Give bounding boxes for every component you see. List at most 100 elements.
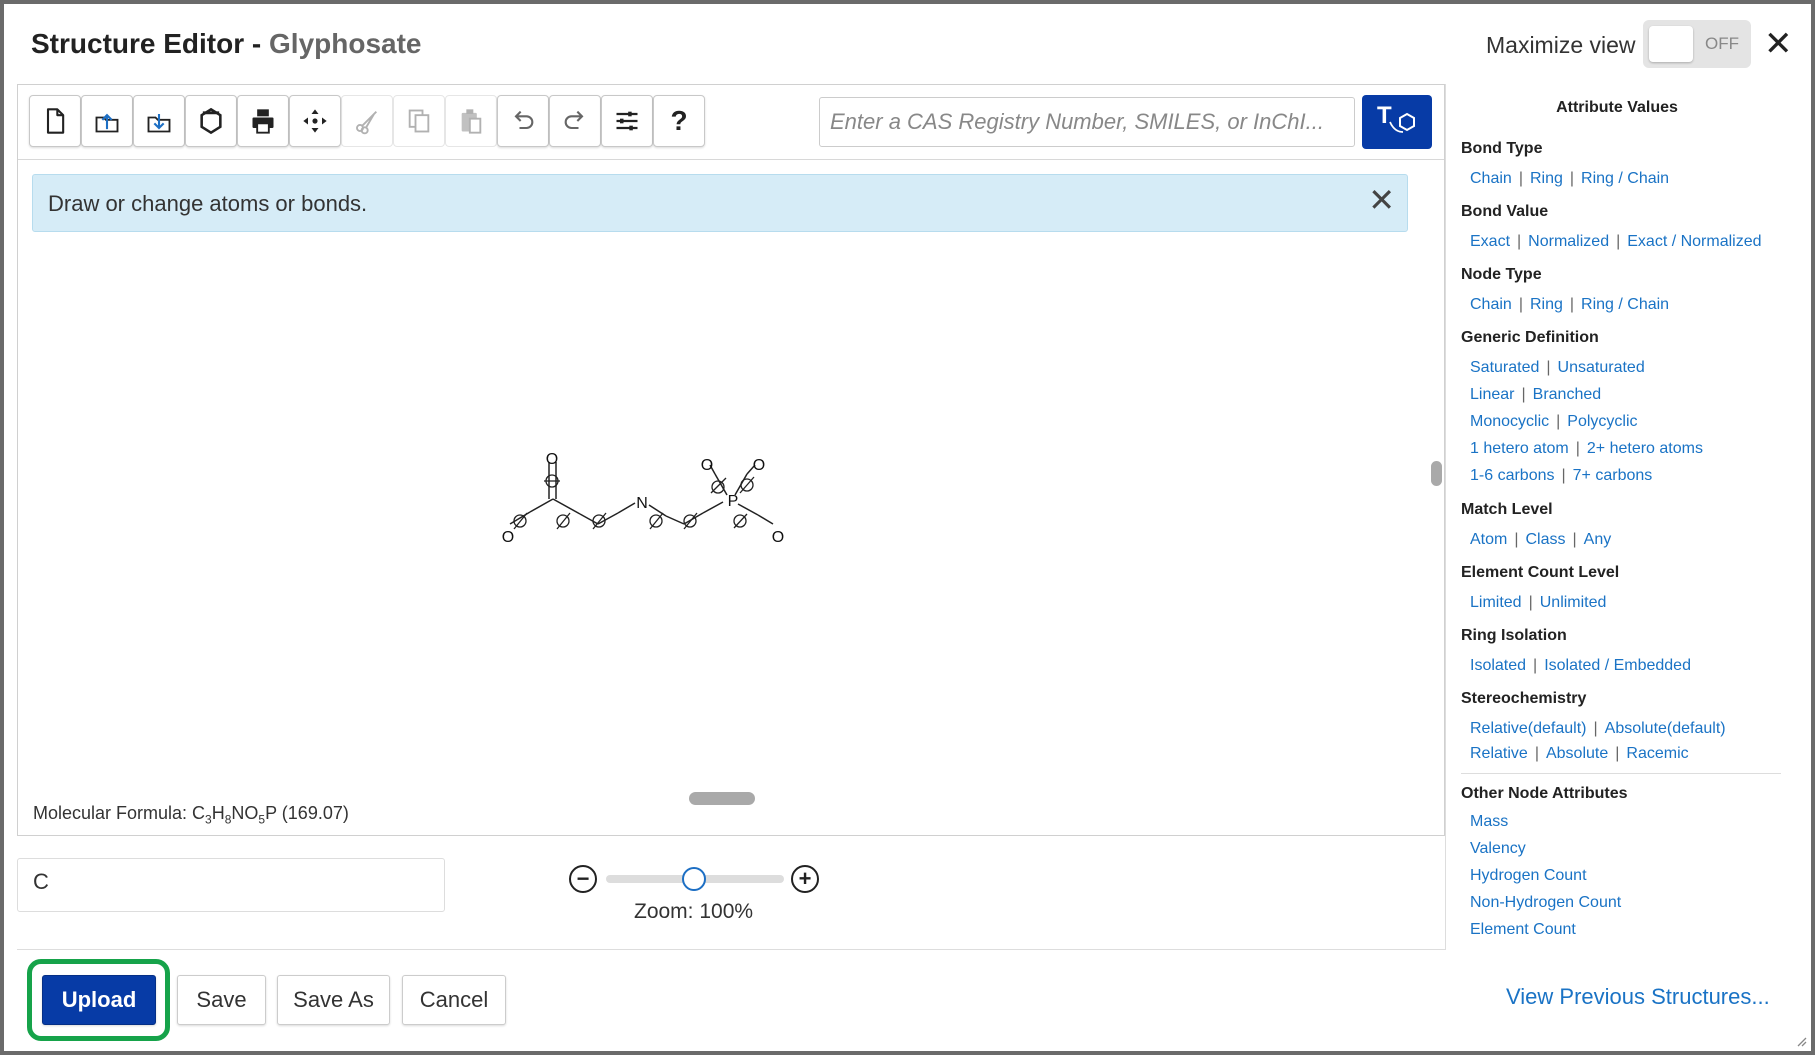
structure-search-input[interactable] bbox=[819, 97, 1355, 147]
undo-icon bbox=[514, 110, 534, 130]
node-type-ring-chain-link[interactable]: Ring / Chain bbox=[1581, 296, 1669, 313]
saturated-link[interactable]: Saturated bbox=[1470, 359, 1539, 376]
formula-mass: (169.07) bbox=[276, 803, 349, 823]
print-button[interactable] bbox=[237, 95, 289, 147]
isolated-link[interactable]: Isolated bbox=[1470, 657, 1526, 674]
toggle-state-label: OFF bbox=[1705, 34, 1739, 53]
bond-value-exact-link[interactable]: Exact bbox=[1470, 233, 1510, 250]
branched-link[interactable]: Branched bbox=[1533, 386, 1602, 403]
download-structure-button[interactable] bbox=[133, 95, 185, 147]
monocyclic-link[interactable]: Monocyclic bbox=[1470, 413, 1549, 430]
horizontal-scrollbar[interactable] bbox=[689, 792, 755, 805]
limited-link[interactable]: Limited bbox=[1470, 594, 1522, 611]
element-input[interactable]: C bbox=[17, 858, 445, 912]
bond-type-ring-chain-link[interactable]: Ring / Chain bbox=[1581, 170, 1669, 187]
stereochemistry-row: Relative | Absolute | Racemic bbox=[1470, 745, 1689, 762]
absolute-default-link[interactable]: Absolute(default) bbox=[1605, 720, 1726, 737]
atom-label-o[interactable]: O bbox=[502, 529, 514, 546]
atom-label-o[interactable]: O bbox=[701, 457, 713, 474]
footer-divider bbox=[17, 949, 1445, 950]
match-atom-link[interactable]: Atom bbox=[1470, 531, 1507, 548]
atom-label-o[interactable]: O bbox=[753, 457, 765, 474]
title-label: Structure Editor - bbox=[31, 28, 270, 59]
undo-button[interactable] bbox=[497, 95, 549, 147]
relative-default-link[interactable]: Relative(default) bbox=[1470, 720, 1587, 737]
linear-link[interactable]: Linear bbox=[1470, 386, 1514, 403]
match-class-link[interactable]: Class bbox=[1526, 531, 1566, 548]
vertical-scrollbar[interactable] bbox=[1431, 461, 1442, 486]
match-any-link[interactable]: Any bbox=[1584, 531, 1612, 548]
node-type-links: Chain | Ring | Ring / Chain bbox=[1470, 296, 1670, 313]
paste-button[interactable] bbox=[445, 95, 497, 147]
seven-plus-carbons-link[interactable]: 7+ carbons bbox=[1573, 467, 1653, 484]
maximize-view-toggle[interactable]: OFF bbox=[1643, 20, 1751, 68]
other-node-attributes-heading: Other Node Attributes bbox=[1461, 785, 1628, 802]
bond-value-exact-normalized-link[interactable]: Exact / Normalized bbox=[1627, 233, 1761, 250]
redo-button[interactable] bbox=[549, 95, 601, 147]
isolated-embedded-link[interactable]: Isolated / Embedded bbox=[1544, 657, 1691, 674]
bond-type-ring-link[interactable]: Ring bbox=[1530, 170, 1563, 187]
atom-label-n[interactable]: N bbox=[636, 495, 648, 512]
two-plus-hetero-atoms-link[interactable]: 2+ hetero atoms bbox=[1587, 440, 1703, 457]
relative-link[interactable]: Relative bbox=[1470, 745, 1528, 762]
hydrogen-count-link[interactable]: Hydrogen Count bbox=[1470, 867, 1587, 885]
zoom-slider-thumb[interactable] bbox=[682, 867, 706, 891]
drawing-canvas[interactable]: O O N O O P O bbox=[18, 235, 1444, 795]
maximize-view-label: Maximize view bbox=[1486, 32, 1636, 58]
center-structure-button[interactable] bbox=[289, 95, 341, 147]
ring-isolation-links: Isolated | Isolated / Embedded bbox=[1470, 657, 1691, 674]
atom-label-o[interactable]: O bbox=[772, 529, 784, 546]
element-count-level-links: Limited | Unlimited bbox=[1470, 594, 1607, 611]
upload-structure-button[interactable] bbox=[81, 95, 133, 147]
cut-button[interactable] bbox=[341, 95, 393, 147]
atom-label-p[interactable]: P bbox=[728, 493, 739, 510]
svg-text:T: T bbox=[1377, 102, 1392, 129]
absolute-link[interactable]: Absolute bbox=[1546, 745, 1608, 762]
node-type-chain-link[interactable]: Chain bbox=[1470, 296, 1512, 313]
atom-label-o[interactable]: O bbox=[546, 451, 558, 468]
cancel-button[interactable]: Cancel bbox=[402, 975, 506, 1025]
racemic-link[interactable]: Racemic bbox=[1626, 745, 1688, 762]
settings-button[interactable] bbox=[601, 95, 653, 147]
bond-value-normalized-link[interactable]: Normalized bbox=[1528, 233, 1609, 250]
match-level-links: Atom | Class | Any bbox=[1470, 531, 1612, 548]
element-count-link[interactable]: Element Count bbox=[1470, 921, 1576, 939]
node-type-ring-link[interactable]: Ring bbox=[1530, 296, 1563, 313]
bond-value-heading: Bond Value bbox=[1461, 203, 1549, 220]
upload-icon bbox=[95, 113, 119, 133]
view-previous-structures-link[interactable]: View Previous Structures... bbox=[1506, 984, 1770, 1010]
new-file-button[interactable] bbox=[29, 95, 81, 147]
zoom-out-button[interactable]: − bbox=[569, 865, 597, 893]
formula-c: C bbox=[192, 803, 206, 823]
element-count-level-heading: Element Count Level bbox=[1461, 564, 1620, 581]
help-button[interactable]: ? bbox=[653, 95, 705, 147]
upload-button[interactable]: Upload bbox=[42, 975, 156, 1025]
bond-type-chain-link[interactable]: Chain bbox=[1470, 170, 1512, 187]
template-button[interactable] bbox=[185, 95, 237, 147]
save-as-button[interactable]: Save As bbox=[277, 975, 390, 1025]
polycyclic-link[interactable]: Polycyclic bbox=[1567, 413, 1637, 430]
banner-close-icon[interactable]: ✕ bbox=[1368, 181, 1395, 219]
zoom-in-button[interactable]: + bbox=[791, 865, 819, 893]
one-hetero-atom-link[interactable]: 1 hetero atom bbox=[1470, 440, 1569, 457]
text-to-structure-icon: T bbox=[1377, 102, 1415, 133]
resize-grip-icon[interactable] bbox=[1795, 1035, 1807, 1047]
save-button[interactable]: Save bbox=[177, 975, 266, 1025]
unsaturated-link[interactable]: Unsaturated bbox=[1558, 359, 1645, 376]
generic-definition-row: Monocyclic | Polycyclic bbox=[1470, 413, 1638, 430]
dialog-title: Structure Editor - Glyphosate bbox=[31, 28, 422, 60]
copy-button[interactable] bbox=[393, 95, 445, 147]
one-to-six-carbons-link[interactable]: 1-6 carbons bbox=[1470, 467, 1555, 484]
generic-definition-row: Linear | Branched bbox=[1470, 386, 1602, 403]
stereochemistry-row: Relative(default) | Absolute(default) bbox=[1470, 720, 1726, 737]
cut-icon bbox=[356, 111, 377, 135]
panel-divider bbox=[1461, 773, 1781, 774]
non-hydrogen-count-link[interactable]: Non-Hydrogen Count bbox=[1470, 894, 1621, 912]
valency-link[interactable]: Valency bbox=[1470, 840, 1526, 858]
copy-icon bbox=[408, 109, 430, 133]
unlimited-link[interactable]: Unlimited bbox=[1540, 594, 1607, 611]
match-level-heading: Match Level bbox=[1461, 501, 1553, 518]
close-dialog-icon[interactable]: ✕ bbox=[1764, 24, 1793, 64]
text-to-structure-button[interactable]: T bbox=[1362, 95, 1432, 149]
mass-link[interactable]: Mass bbox=[1470, 813, 1508, 831]
